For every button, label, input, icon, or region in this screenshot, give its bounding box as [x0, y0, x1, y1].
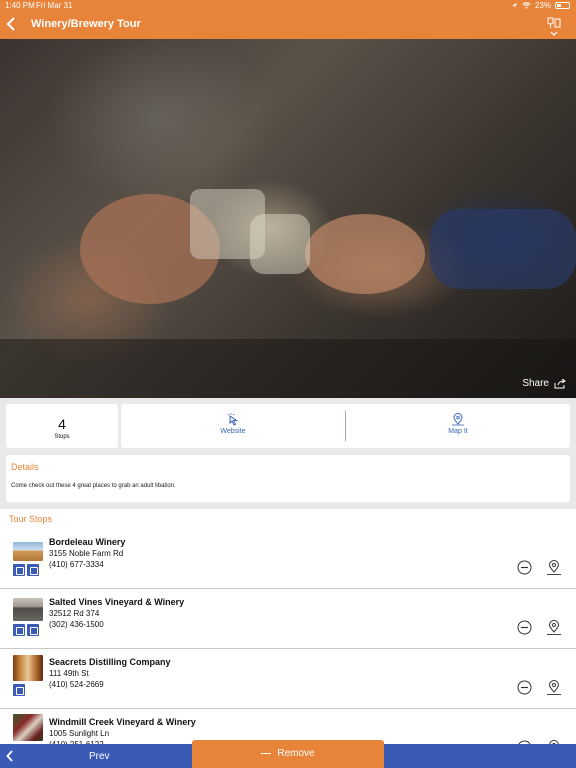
- tour-stop-row[interactable]: Seacrets Distilling Company 111 49th St …: [0, 649, 576, 709]
- stop-map-pin-icon[interactable]: [546, 679, 562, 696]
- bottom-bar: Prev Remove: [0, 740, 576, 768]
- share-label: Share: [522, 378, 549, 389]
- amenity-tasting-icon: [13, 624, 25, 636]
- tour-stops-heading: Tour Stops: [9, 514, 53, 524]
- glasses-icon: [547, 17, 561, 36]
- stop-thumbnail: [13, 542, 43, 561]
- tour-stop-row[interactable]: Salted Vines Vineyard & Winery 32512 Rd …: [0, 589, 576, 649]
- details-card: Details Come check out these 4 great pla…: [6, 455, 570, 502]
- status-indicators: 23%: [511, 0, 570, 11]
- details-title: Details: [11, 462, 39, 472]
- amenity-icons: [13, 684, 25, 696]
- summary-row: 4 Stops Website Map It: [6, 404, 570, 448]
- remove-stop-icon[interactable]: [517, 560, 532, 575]
- stop-phone[interactable]: (410) 677-3334: [49, 560, 104, 569]
- pointer-click-icon: [227, 413, 239, 426]
- website-label: Website: [220, 428, 246, 435]
- stop-map-pin-icon[interactable]: [546, 619, 562, 636]
- amenity-dining-icon: [13, 564, 25, 576]
- amenity-icons: [13, 624, 39, 636]
- stop-address: 111 49th St: [49, 669, 89, 678]
- battery-percent: 23%: [534, 1, 551, 10]
- map-it-button[interactable]: Map It: [346, 404, 570, 448]
- chevron-left-icon: [6, 17, 15, 31]
- remove-stop-icon[interactable]: [517, 620, 532, 635]
- stop-name: Windmill Creek Vineyard & Winery: [49, 717, 196, 727]
- stop-address: 32512 Rd 374: [49, 609, 100, 618]
- amenity-picnic-icon: [27, 564, 39, 576]
- prev-label: Prev: [89, 751, 110, 762]
- stop-thumbnail: [13, 714, 43, 741]
- stop-phone[interactable]: (410) 524-2669: [49, 680, 104, 689]
- status-bar: 1:40 PM Fri Mar 31 23%: [0, 0, 576, 11]
- stop-name: Seacrets Distilling Company: [49, 657, 171, 667]
- map-it-label: Map It: [448, 428, 468, 435]
- remove-label: Remove: [277, 748, 315, 759]
- stops-count-card: 4 Stops: [6, 404, 118, 448]
- map-pin-icon: [452, 413, 464, 426]
- drinks-menu-button[interactable]: [546, 16, 562, 36]
- stop-thumbnail: [13, 655, 43, 681]
- stops-label: Stops: [54, 434, 70, 440]
- stop-address: 1005 Sunlight Ln: [49, 729, 110, 738]
- stop-name: Salted Vines Vineyard & Winery: [49, 597, 185, 607]
- share-button[interactable]: Share: [522, 378, 566, 389]
- tour-stops-panel: Tour Stops Bordeleau Winery 3155 Noble F…: [0, 509, 576, 768]
- chevron-left-icon: [6, 750, 13, 762]
- wifi-icon: [522, 2, 531, 9]
- location-icon: [511, 2, 518, 9]
- stop-name: Bordeleau Winery: [49, 537, 126, 547]
- tour-stop-row[interactable]: Bordeleau Winery 3155 Noble Farm Rd (410…: [0, 529, 576, 589]
- amenity-icons: [13, 564, 39, 576]
- website-button[interactable]: Website: [121, 404, 345, 448]
- remove-button[interactable]: Remove: [192, 740, 384, 768]
- share-icon: [554, 378, 566, 388]
- battery-icon: [555, 2, 570, 9]
- remove-stop-icon[interactable]: [517, 680, 532, 695]
- links-card: Website Map It: [121, 404, 570, 448]
- stop-map-pin-icon[interactable]: [546, 559, 562, 576]
- stop-address: 3155 Noble Farm Rd: [49, 549, 124, 558]
- page-title: Winery/Brewery Tour: [31, 18, 141, 30]
- stop-thumbnail: [13, 598, 43, 621]
- prev-button[interactable]: Prev: [0, 744, 190, 768]
- hero-image-illustration: [0, 189, 576, 398]
- stop-phone[interactable]: (302) 436-1500: [49, 620, 104, 629]
- stops-count: 4: [58, 416, 66, 432]
- status-date: Fri Mar 31: [36, 1, 73, 10]
- details-text: Come check out these 4 great places to g…: [11, 483, 176, 489]
- hero-photo: Share: [0, 39, 576, 398]
- nav-bar: Winery/Brewery Tour: [0, 11, 576, 39]
- amenity-dining-icon: [27, 624, 39, 636]
- back-button[interactable]: [6, 16, 20, 34]
- status-time: 1:40 PM: [5, 1, 35, 10]
- minus-icon: [261, 752, 272, 754]
- amenity-dining-icon: [13, 684, 25, 696]
